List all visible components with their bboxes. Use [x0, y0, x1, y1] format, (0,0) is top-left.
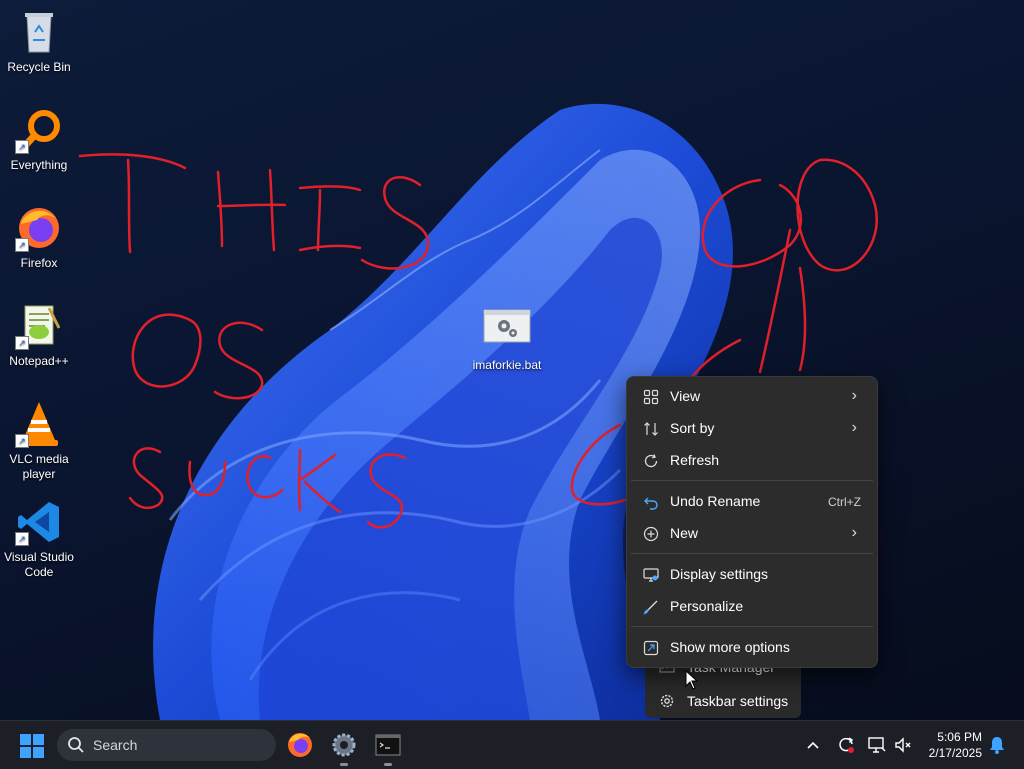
desktop-context-menu: View › Sort by › Refresh Undo Rename Ctr… [626, 376, 878, 668]
taskbar-app-terminal[interactable] [372, 729, 404, 766]
menu-item-label: View [670, 388, 701, 404]
shortcut-arrow-icon: ↗ [15, 140, 29, 154]
menu-item-display-settings[interactable]: Display settings [631, 560, 873, 590]
clock-date: 2/17/2025 [928, 746, 982, 760]
chevron-right-icon: › [851, 387, 857, 404]
desktop-icon-recycle-bin[interactable]: Recycle Bin [0, 8, 78, 75]
clock-time: 5:06 PM [937, 730, 982, 744]
menu-separator [631, 553, 873, 554]
menu-separator [631, 480, 873, 481]
menu-item-refresh[interactable]: Refresh [631, 446, 873, 476]
expand-icon [643, 640, 659, 656]
desktop-file-imaforkie-bat[interactable]: imaforkie.bat [468, 306, 546, 373]
shortcut-arrow-icon: ↗ [15, 434, 29, 448]
settings-icon [332, 733, 356, 757]
chevron-right-icon: › [851, 419, 857, 436]
gear-icon [660, 694, 674, 708]
menu-item-label: Personalize [670, 598, 744, 614]
display-icon [643, 568, 659, 582]
taskbar: Search 5:06 PM 2/17/2025 [0, 720, 1024, 769]
chevron-up-icon[interactable] [803, 735, 823, 755]
sync-alert-icon[interactable] [836, 735, 856, 755]
shortcut-arrow-icon: ↗ [15, 238, 29, 252]
menu-item-label: Undo Rename [670, 493, 761, 509]
desktop-icon-label: Visual Studio Code [4, 550, 74, 579]
vlc-icon: ↗ [15, 400, 63, 448]
desktop-icon-label: Everything [10, 158, 68, 172]
shortcut-label: Ctrl+Z [828, 495, 861, 509]
everything-icon: ↗ [15, 106, 63, 154]
shortcut-arrow-icon: ↗ [15, 336, 29, 350]
sort-icon [644, 422, 658, 436]
running-indicator [340, 763, 348, 766]
plus-circle-icon [643, 526, 659, 542]
recycle-bin-icon [15, 8, 63, 56]
menu-item-label: Refresh [670, 452, 720, 468]
terminal-icon [375, 734, 401, 756]
mouse-cursor-icon [685, 670, 699, 690]
shortcut-arrow-icon: ↗ [15, 532, 29, 546]
desktop[interactable]: Recycle Bin ↗ Everything ↗ Firefox ↗ Not… [0, 0, 1024, 720]
undo-icon [644, 497, 658, 510]
desktop-icon-notepad-plus-plus[interactable]: ↗ Notepad++ [0, 302, 78, 369]
taskbar-search-box[interactable]: Search [57, 729, 276, 761]
desktop-icon-label: Firefox [20, 256, 58, 270]
vscode-icon: ↗ [15, 498, 63, 546]
desktop-icon-vlc[interactable]: ↗ VLC media player [0, 400, 78, 482]
network-icon[interactable] [867, 735, 887, 755]
grid-icon [643, 389, 659, 405]
menu-item-view[interactable]: View › [631, 382, 873, 412]
menu-item-label: Sort by [670, 420, 715, 436]
refresh-icon [644, 454, 658, 468]
notepad-plus-plus-icon: ↗ [15, 302, 63, 350]
menu-item-label: Show more options [670, 639, 790, 655]
menu-item-new[interactable]: New › [631, 519, 873, 549]
desktop-icon-label: Notepad++ [9, 354, 69, 368]
taskbar-app-settings[interactable] [328, 729, 360, 766]
menu-item-undo-rename[interactable]: Undo Rename Ctrl+Z [631, 487, 873, 517]
taskbar-clock[interactable]: 5:06 PM 2/17/2025 [920, 729, 982, 761]
menu-item-label: New [670, 525, 699, 541]
desktop-icon-everything[interactable]: ↗ Everything [0, 106, 78, 173]
volume-muted-icon[interactable] [893, 735, 913, 755]
menu-item-show-more-options[interactable]: Show more options [631, 633, 873, 663]
firefox-icon [288, 733, 312, 757]
firefox-icon: ↗ [15, 204, 63, 252]
desktop-icon-firefox[interactable]: ↗ Firefox [0, 204, 78, 271]
menu-item-sort-by[interactable]: Sort by › [631, 414, 873, 444]
desktop-file-label: imaforkie.bat [472, 358, 542, 372]
menu-separator [631, 626, 873, 627]
menu-item-personalize[interactable]: Personalize [631, 592, 873, 622]
chevron-right-icon: › [851, 524, 857, 541]
desktop-icon-vscode[interactable]: ↗ Visual Studio Code [0, 498, 78, 580]
desktop-icon-label: Recycle Bin [7, 60, 71, 74]
windows-start-icon[interactable] [20, 734, 44, 758]
taskbar-app-firefox[interactable] [284, 729, 316, 761]
batch-file-icon [483, 306, 531, 354]
menu-item-taskbar-settings[interactable]: Taskbar settings [645, 686, 801, 716]
menu-item-label: Taskbar settings [687, 693, 789, 709]
menu-item-label: Display settings [670, 566, 769, 582]
notification-bell-icon[interactable] [987, 735, 1007, 755]
running-indicator [384, 763, 392, 766]
search-placeholder: Search [93, 737, 138, 753]
brush-icon [643, 600, 658, 615]
search-icon [68, 737, 84, 753]
desktop-icon-label: VLC media player [9, 452, 69, 481]
